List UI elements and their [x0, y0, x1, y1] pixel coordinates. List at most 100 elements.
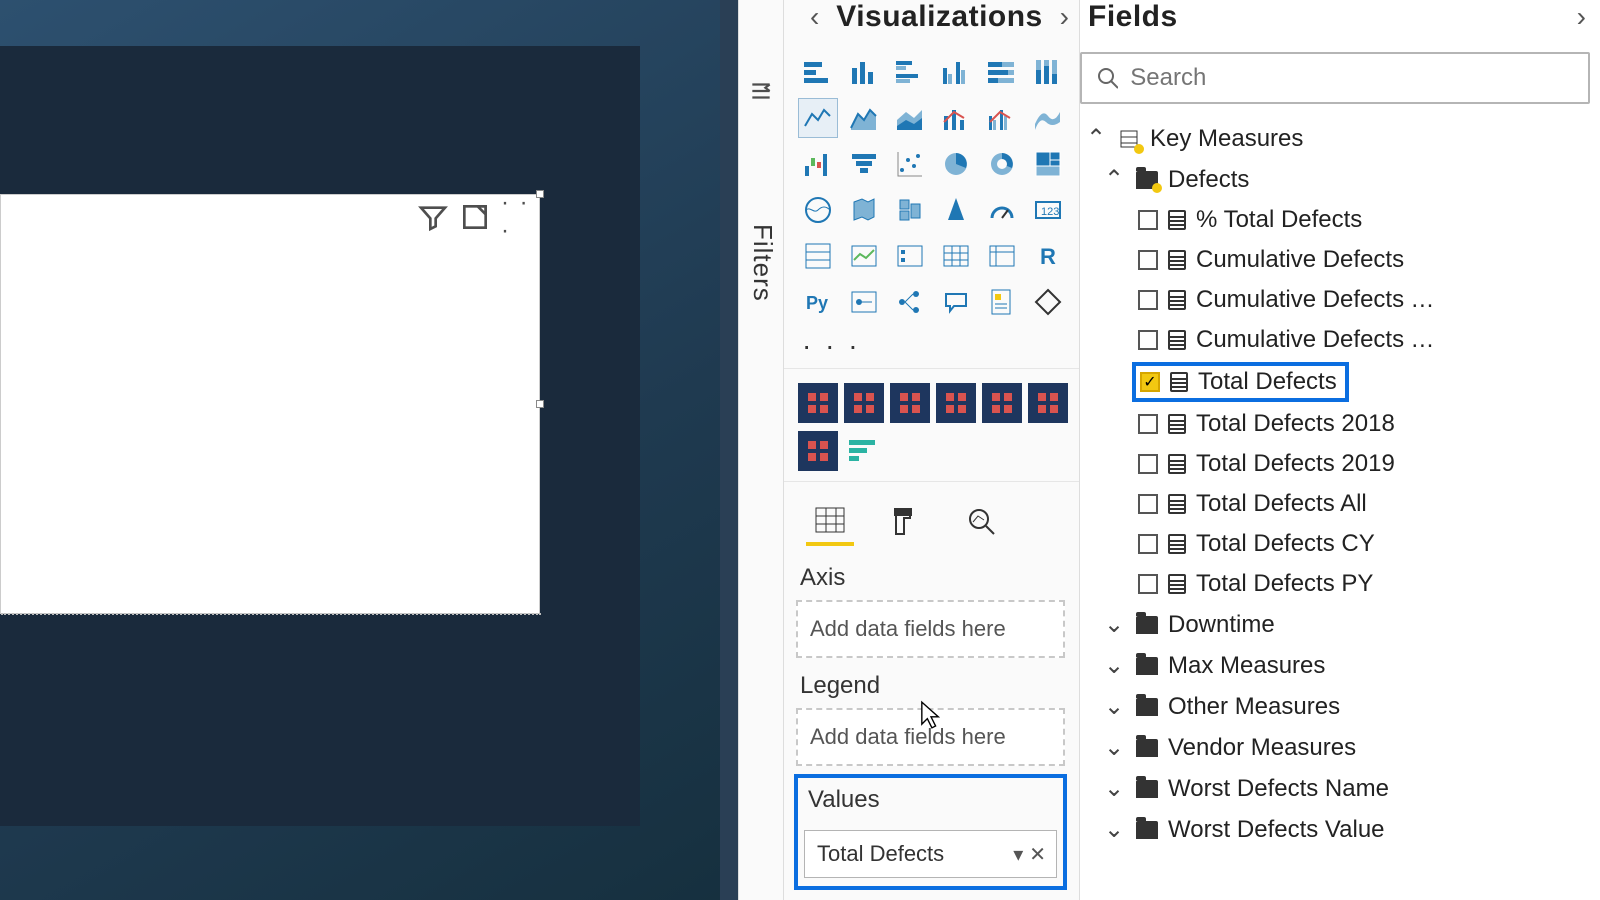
donut-icon[interactable]	[982, 144, 1022, 184]
field-checkbox[interactable]	[1138, 494, 1158, 514]
stacked-column-icon[interactable]	[844, 52, 884, 92]
values-field-chip[interactable]: Total Defects ▾ ✕	[804, 830, 1057, 878]
area-chart-icon[interactable]	[844, 98, 884, 138]
chevron-left-icon[interactable]: ‹	[804, 1, 825, 33]
custom-visual-icon[interactable]	[890, 383, 930, 423]
field-item[interactable]: Total Defects PY	[1080, 564, 1600, 604]
waterfall-icon[interactable]	[798, 144, 838, 184]
azure-map-icon[interactable]	[936, 190, 976, 230]
ribbon-chart-icon[interactable]	[1028, 98, 1068, 138]
filled-map-icon[interactable]	[844, 190, 884, 230]
chevron-down-icon[interactable]: ▾	[1013, 842, 1023, 867]
qa-visual-icon[interactable]	[936, 282, 976, 322]
pie-icon[interactable]	[936, 144, 976, 184]
field-item[interactable]: Total Defects 2019	[1080, 444, 1600, 484]
decomposition-tree-icon[interactable]	[890, 282, 930, 322]
folder-worst-defects-value[interactable]: ⌄ Worst Defects Value	[1080, 809, 1600, 850]
field-item[interactable]: Cumulative Defects Y...	[1080, 320, 1600, 360]
field-checkbox[interactable]	[1138, 290, 1158, 310]
expand-icon[interactable]: ⌄	[1102, 774, 1126, 803]
field-item[interactable]: Cumulative Defects	[1080, 240, 1600, 280]
folder-other-measures[interactable]: ⌄ Other Measures	[1080, 686, 1600, 727]
field-checkbox[interactable]	[1138, 534, 1158, 554]
custom-visual-icon[interactable]	[798, 383, 838, 423]
filter-icon[interactable]	[417, 201, 449, 233]
focus-mode-icon[interactable]	[459, 201, 491, 233]
r-visual-icon[interactable]: R	[1028, 236, 1068, 276]
map-icon[interactable]	[798, 190, 838, 230]
collapse-icon[interactable]: ⌃	[1084, 124, 1108, 153]
custom-visual-icon[interactable]	[844, 383, 884, 423]
field-item[interactable]: Total Defects CY	[1080, 524, 1600, 564]
folder-downtime[interactable]: ⌄ Downtime	[1080, 604, 1600, 645]
resize-handle[interactable]	[536, 400, 544, 408]
report-canvas[interactable]: · · ·	[0, 46, 640, 826]
format-tab-icon[interactable]	[882, 498, 930, 546]
field-checkbox[interactable]	[1138, 210, 1158, 230]
treemap-icon[interactable]	[1028, 144, 1068, 184]
expand-icon[interactable]: ⌄	[1102, 651, 1126, 680]
folder-defects[interactable]: ⌃ Defects	[1080, 159, 1600, 200]
expand-icon[interactable]: ⌄	[1102, 610, 1126, 639]
card-icon[interactable]: 123	[1028, 190, 1068, 230]
field-checkbox[interactable]	[1138, 574, 1158, 594]
custom-visual-icon[interactable]	[936, 383, 976, 423]
field-checkbox[interactable]	[1138, 414, 1158, 434]
folder-vendor-measures[interactable]: ⌄ Vendor Measures	[1080, 727, 1600, 768]
python-visual-icon[interactable]: Py	[798, 282, 838, 322]
slicer-icon[interactable]	[890, 236, 930, 276]
filters-pane-collapsed[interactable]: Filters	[738, 0, 784, 900]
kpi-icon[interactable]	[844, 236, 884, 276]
filters-toggle-icon[interactable]	[748, 78, 774, 104]
100pct-column-icon[interactable]	[1028, 52, 1068, 92]
gauge-icon[interactable]	[982, 190, 1022, 230]
clustered-column-icon[interactable]	[936, 52, 976, 92]
field-item[interactable]: Total Defects 2018	[1080, 404, 1600, 444]
line-chart-icon[interactable]	[798, 98, 838, 138]
chevron-right-icon[interactable]: ›	[1571, 1, 1592, 33]
expand-icon[interactable]: ⌄	[1102, 692, 1126, 721]
line-clustered-column-icon[interactable]	[982, 98, 1022, 138]
field-total-defects-highlighted[interactable]: Total Defects	[1132, 362, 1349, 402]
field-checkbox[interactable]	[1138, 250, 1158, 270]
arcgis-icon[interactable]	[1028, 282, 1068, 322]
table-icon[interactable]	[936, 236, 976, 276]
resize-handle[interactable]	[536, 190, 544, 198]
shape-map-icon[interactable]	[890, 190, 930, 230]
more-visuals-icon[interactable]: · · ·	[784, 328, 1079, 368]
fields-tab-icon[interactable]	[806, 498, 854, 546]
expand-icon[interactable]: ⌄	[1102, 733, 1126, 762]
custom-visual-icon[interactable]	[798, 431, 838, 471]
field-checkbox[interactable]	[1138, 454, 1158, 474]
key-influencers-icon[interactable]	[844, 282, 884, 322]
folder-worst-defects-name[interactable]: ⌄ Worst Defects Name	[1080, 768, 1600, 809]
stacked-bar-icon[interactable]	[798, 52, 838, 92]
field-item[interactable]: Total Defects All	[1080, 484, 1600, 524]
visual-placeholder[interactable]: · · ·	[0, 194, 540, 614]
paginated-report-icon[interactable]	[982, 282, 1022, 322]
scatter-icon[interactable]	[890, 144, 930, 184]
matrix-icon[interactable]	[982, 236, 1022, 276]
funnel-icon[interactable]	[844, 144, 884, 184]
search-input[interactable]	[1130, 64, 1574, 92]
expand-icon[interactable]: ⌄	[1102, 815, 1126, 844]
collapse-icon[interactable]: ⌃	[1102, 165, 1126, 194]
analytics-tab-icon[interactable]	[958, 498, 1006, 546]
chevron-right-icon[interactable]: ›	[1054, 1, 1075, 33]
multirow-card-icon[interactable]	[798, 236, 838, 276]
field-checkbox[interactable]	[1140, 372, 1160, 392]
axis-dropzone[interactable]: Add data fields here	[796, 600, 1065, 658]
custom-visual-bars-icon[interactable]	[844, 431, 884, 471]
field-checkbox[interactable]	[1138, 330, 1158, 350]
clustered-bar-icon[interactable]	[890, 52, 930, 92]
line-column-icon[interactable]	[936, 98, 976, 138]
100pct-bar-icon[interactable]	[982, 52, 1022, 92]
custom-visual-icon[interactable]	[1028, 383, 1068, 423]
remove-field-icon[interactable]: ✕	[1029, 842, 1046, 867]
field-item[interactable]: Cumulative Defects Y...	[1080, 280, 1600, 320]
table-key-measures[interactable]: ⌃ Key Measures	[1080, 118, 1600, 159]
stacked-area-icon[interactable]	[890, 98, 930, 138]
field-item[interactable]: % Total Defects	[1080, 200, 1600, 240]
fields-search[interactable]	[1080, 52, 1590, 104]
folder-max-measures[interactable]: ⌄ Max Measures	[1080, 645, 1600, 686]
